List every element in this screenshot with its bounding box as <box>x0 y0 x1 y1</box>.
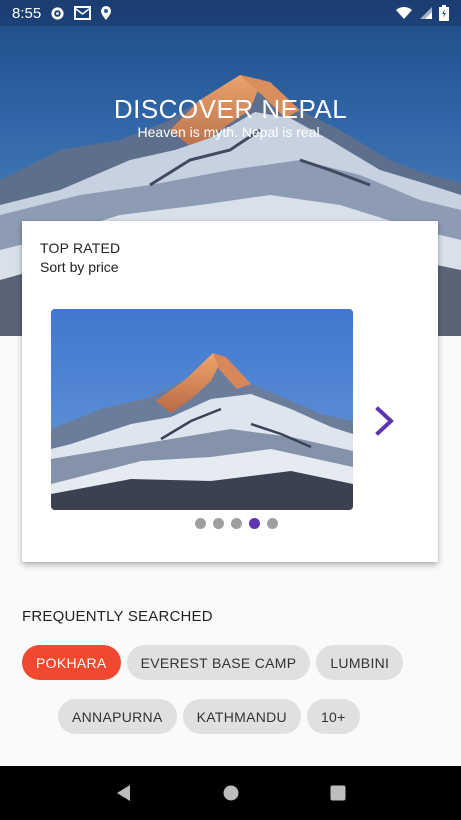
carousel-dot-active[interactable] <box>248 518 260 529</box>
battery-icon <box>439 5 449 21</box>
carousel-dot[interactable] <box>230 518 242 529</box>
hero-subtitle: Heaven is myth. Nepal is real. <box>137 124 324 140</box>
sort-by-price-link[interactable]: Sort by price <box>40 259 119 275</box>
chip-annapurna[interactable]: ANNAPURNA <box>58 699 177 734</box>
clock: 8:55 <box>12 4 42 22</box>
chip-more[interactable]: 10+ <box>306 699 360 734</box>
recents-button[interactable] <box>318 773 358 813</box>
back-icon <box>115 784 133 802</box>
mail-icon <box>74 6 92 20</box>
carousel-dot[interactable] <box>194 518 206 529</box>
home-icon <box>222 784 240 802</box>
chips-row-1: POKHARA EVEREST BASE CAMP LUMBINI <box>22 645 404 680</box>
back-button[interactable] <box>104 773 144 813</box>
location-icon <box>100 5 112 21</box>
everest-photo <box>51 309 353 510</box>
gear-icon <box>50 6 65 21</box>
recents-icon <box>329 784 347 802</box>
top-rated-card: TOP RATED Sort by price <box>22 221 438 562</box>
navigation-bar <box>0 766 461 820</box>
hero-title: DISCOVER NEPAL <box>113 94 348 124</box>
chip-everest-base-camp[interactable]: EVEREST BASE CAMP <box>126 645 311 680</box>
carousel-dot[interactable] <box>212 518 224 529</box>
chips-row-2: ANNAPURNA KATHMANDU 10+ <box>58 699 360 734</box>
chevron-right-icon <box>374 405 396 437</box>
frequently-searched-title: FREQUENTLY SEARCHED <box>22 608 213 625</box>
home-button[interactable] <box>211 773 251 813</box>
card-heading: TOP RATED <box>40 240 121 256</box>
status-bar: 8:55 <box>0 0 461 26</box>
signal-icon <box>419 6 433 20</box>
carousel-slide-image[interactable] <box>51 309 353 510</box>
carousel-next-button[interactable] <box>374 405 396 437</box>
chip-lumbini[interactable]: LUMBINI <box>316 645 404 680</box>
wifi-icon <box>395 6 413 20</box>
chip-pokhara[interactable]: POKHARA <box>22 645 121 680</box>
carousel-dot[interactable] <box>266 518 278 529</box>
chip-kathmandu[interactable]: KATHMANDU <box>182 699 301 734</box>
carousel-pagination <box>22 518 438 529</box>
